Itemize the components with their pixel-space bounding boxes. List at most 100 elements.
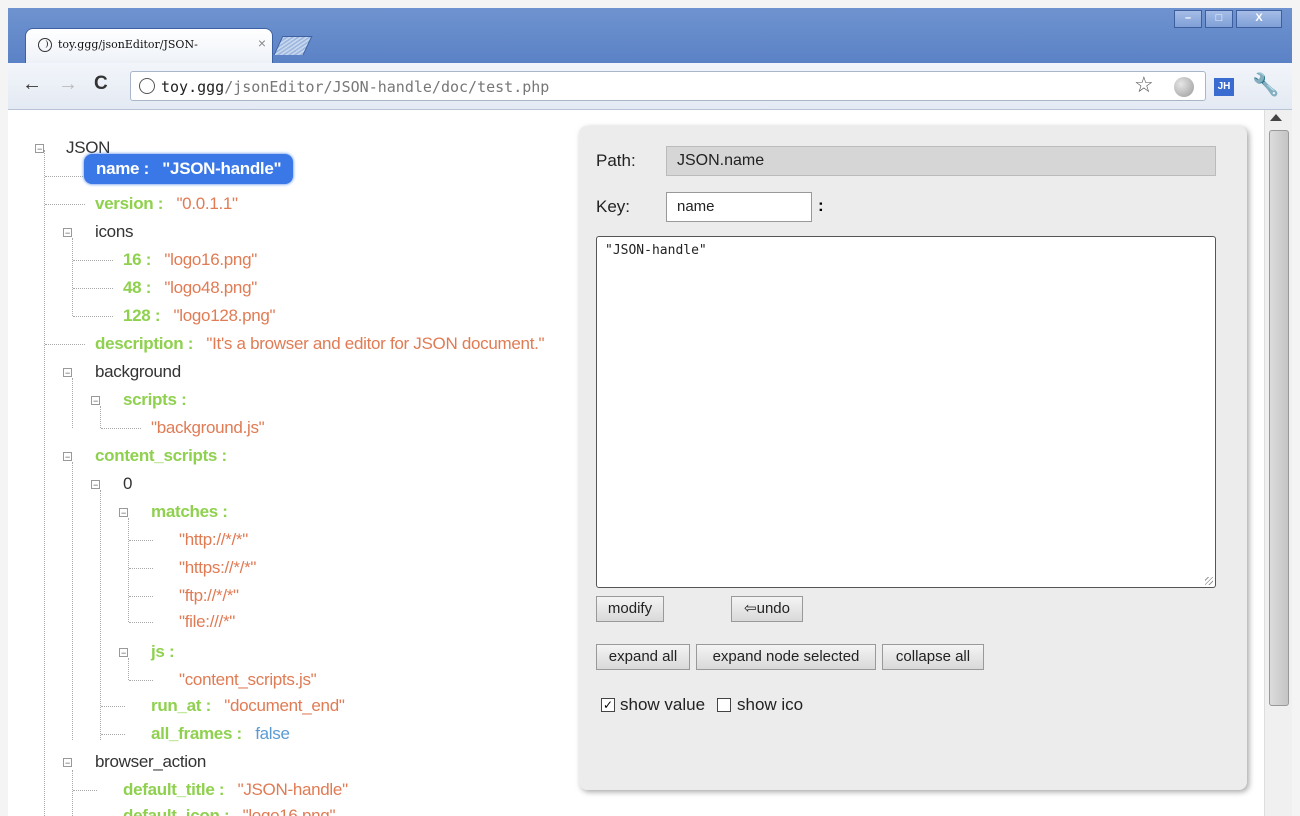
tree-node-name-selected[interactable]: name : "JSON-handle" <box>84 154 294 184</box>
expand-all-button[interactable]: expand all <box>596 644 690 670</box>
node-key: description : <box>95 334 194 353</box>
tree-node-match-http[interactable]: "http://*/*" <box>179 529 248 551</box>
tree-node-matches[interactable]: matches : <box>151 501 228 523</box>
reload-icon[interactable]: C <box>94 73 108 95</box>
address-bar[interactable]: toy.ggg/jsonEditor/JSON-handle/doc/test.… <box>130 71 1206 101</box>
tree-node-icon48[interactable]: 48 : "logo48.png" <box>123 277 257 299</box>
vertical-scrollbar[interactable] <box>1264 110 1292 816</box>
path-field: JSON.name <box>666 146 1216 176</box>
tree-guide-line <box>128 658 129 680</box>
tree-node-description[interactable]: description : "It's a browser and editor… <box>95 333 545 355</box>
node-key: default_title : <box>123 780 225 799</box>
url-path: /jsonEditor/JSON-handle/doc/test.php <box>224 78 550 96</box>
tree-node-background[interactable]: background <box>95 361 181 383</box>
node-key: name : <box>96 159 149 178</box>
scrollbar-thumb[interactable] <box>1269 130 1289 706</box>
tab-close-icon[interactable]: × <box>258 35 266 51</box>
tree-connector <box>73 316 113 317</box>
tree-node-icons[interactable]: icons <box>95 221 133 243</box>
json-tree: − JSON name : "JSON-handle" version : "0… <box>8 110 578 816</box>
tree-node-icon128[interactable]: 128 : "logo128.png" <box>123 305 276 327</box>
tree-connector <box>101 428 141 429</box>
tree-guide-line <box>100 490 101 740</box>
tree-node-content-scripts[interactable]: content_scripts : <box>95 445 227 467</box>
close-window-button[interactable]: X <box>1236 10 1282 28</box>
forward-arrow-icon[interactable]: → <box>58 73 78 96</box>
expand-node-selected-button[interactable]: expand node selected <box>696 644 876 670</box>
show-value-label: show value <box>620 695 706 714</box>
tree-guide-line <box>44 150 45 816</box>
tree-guide-line <box>128 518 129 622</box>
back-arrow-icon[interactable]: ← <box>22 73 42 96</box>
node-key: default_icon : <box>123 806 230 816</box>
node-key: scripts : <box>123 390 187 409</box>
url-host: toy.ggg <box>161 78 225 96</box>
collapse-toggle[interactable]: − <box>35 144 44 154</box>
minimize-button[interactable]: – <box>1174 10 1202 28</box>
node-key: run_at : <box>151 696 211 715</box>
node-key: js : <box>151 642 175 661</box>
key-input[interactable]: name <box>666 192 812 222</box>
bookmark-star-icon[interactable]: ☆ <box>1134 72 1154 98</box>
show-value-checkbox[interactable]: ✓ <box>601 698 615 712</box>
tree-connector <box>129 680 153 681</box>
collapse-toggle[interactable]: − <box>91 480 100 490</box>
tree-connector <box>45 344 85 345</box>
new-tab-button[interactable] <box>273 36 313 55</box>
browser-tab[interactable]: toy.ggg/jsonEditor/JSON- × <box>25 28 273 63</box>
json-handle-extension-icon[interactable]: JH <box>1214 78 1234 96</box>
value-textarea[interactable]: "JSON-handle" <box>596 236 1216 588</box>
tree-node-scripts[interactable]: scripts : <box>123 389 187 411</box>
collapse-all-button[interactable]: collapse all <box>882 644 984 670</box>
title-bar: toy.ggg/jsonEditor/JSON- × – □ X <box>8 8 1292 63</box>
tree-connector <box>73 288 113 289</box>
tree-node-browser-action[interactable]: browser_action <box>95 751 206 773</box>
tree-connector <box>129 622 153 623</box>
page-content: − JSON name : "JSON-handle" version : "0… <box>8 110 1292 816</box>
collapse-toggle[interactable]: − <box>119 648 128 658</box>
collapse-toggle[interactable]: − <box>91 396 100 406</box>
tree-node-default-title[interactable]: default_title : "JSON-handle" <box>123 779 348 801</box>
tree-node-index-0[interactable]: 0 <box>123 473 132 495</box>
tree-node-default-icon[interactable]: default_icon : "logo16.png" <box>123 805 336 816</box>
maximize-button[interactable]: □ <box>1205 10 1233 28</box>
undo-button[interactable]: ⇦undo <box>731 596 803 622</box>
wrench-menu-icon[interactable]: 🔧 <box>1252 72 1279 98</box>
tree-node-content-scripts-js[interactable]: "content_scripts.js" <box>179 669 317 691</box>
collapse-toggle[interactable]: − <box>63 228 72 238</box>
tree-connector <box>73 260 113 261</box>
tree-guide-line <box>72 238 73 316</box>
tab-title: toy.ggg/jsonEditor/JSON- <box>58 38 198 51</box>
modify-button[interactable]: modify <box>596 596 664 622</box>
tree-node-version[interactable]: version : "0.0.1.1" <box>95 193 238 215</box>
resize-grip-icon[interactable] <box>1205 577 1213 585</box>
tree-node-background-js[interactable]: "background.js" <box>151 417 265 439</box>
tree-connector <box>73 790 97 791</box>
globe-extension-icon[interactable] <box>1174 77 1194 97</box>
node-value: false <box>255 724 290 743</box>
browser-window: toy.ggg/jsonEditor/JSON- × – □ X ← → C t… <box>8 8 1292 816</box>
collapse-toggle[interactable]: − <box>63 368 72 378</box>
collapse-toggle[interactable]: − <box>63 452 72 462</box>
scroll-up-arrow-icon[interactable] <box>1270 114 1282 121</box>
tree-connector <box>101 706 125 707</box>
node-value: "logo16.png" <box>242 806 336 816</box>
tree-node-match-ftp[interactable]: "ftp://*/*" <box>179 585 239 607</box>
tree-node-match-https[interactable]: "https://*/*" <box>179 557 256 579</box>
show-ico-label: show ico <box>737 695 804 714</box>
tree-node-icon16[interactable]: 16 : "logo16.png" <box>123 249 257 271</box>
show-ico-checkbox[interactable] <box>717 698 731 712</box>
node-key: content_scripts : <box>95 446 227 465</box>
tree-node-run-at[interactable]: run_at : "document_end" <box>151 695 345 717</box>
tree-node-all-frames[interactable]: all_frames : false <box>151 723 290 745</box>
tree-guide-line <box>72 378 73 428</box>
page-info-icon[interactable] <box>139 78 155 94</box>
key-colon: : <box>818 196 824 215</box>
tree-node-js[interactable]: js : <box>151 641 175 663</box>
node-value: "JSON-handle" <box>237 780 349 799</box>
node-key: 16 : <box>123 250 152 269</box>
collapse-toggle[interactable]: − <box>63 758 72 768</box>
collapse-toggle[interactable]: − <box>119 508 128 518</box>
tree-node-match-file[interactable]: "file:///*" <box>179 611 235 633</box>
node-value: "It's a browser and editor for JSON docu… <box>206 334 545 353</box>
